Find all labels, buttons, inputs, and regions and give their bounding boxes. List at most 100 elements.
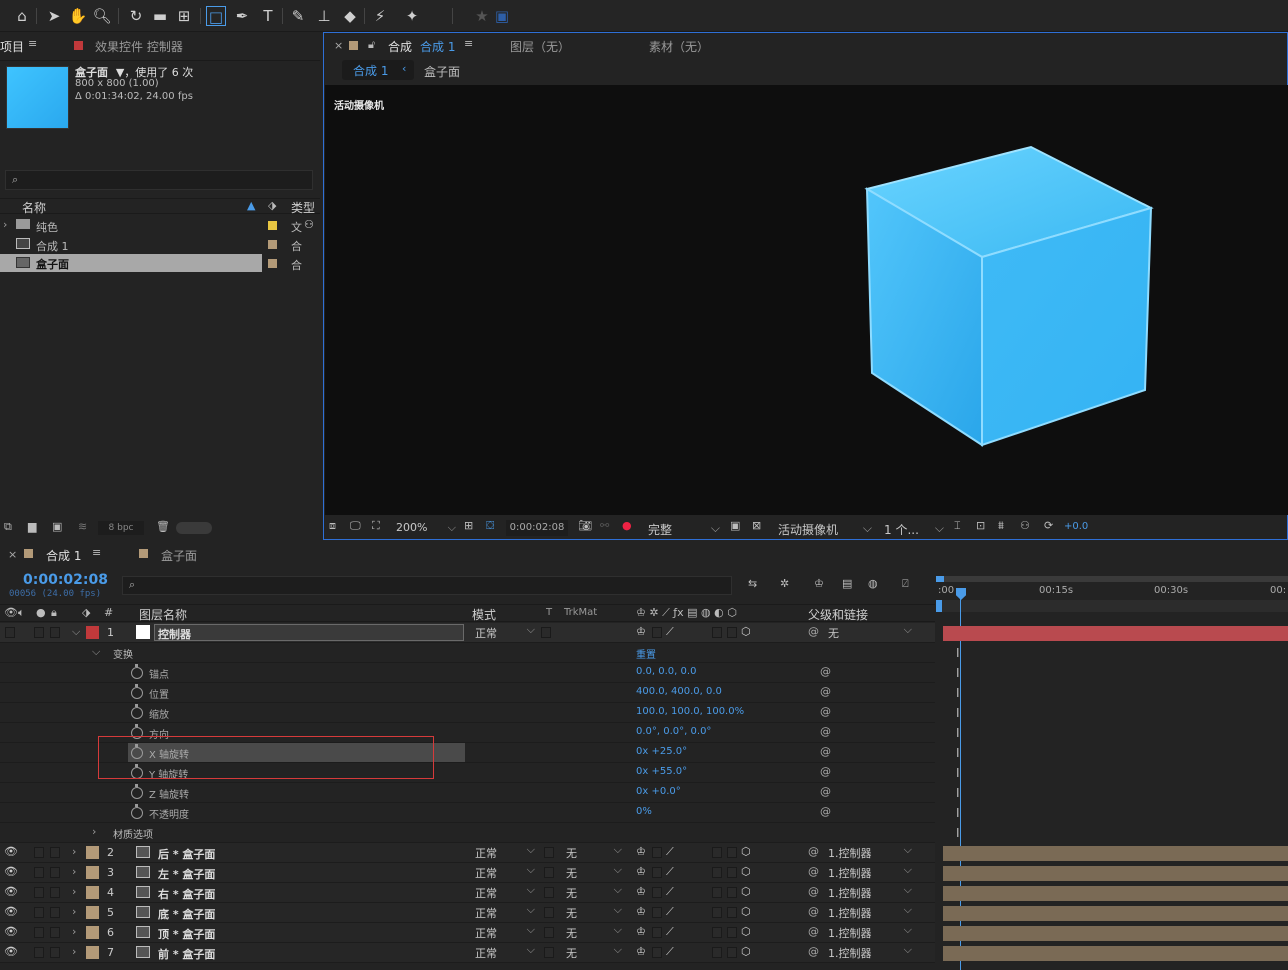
color-channels-icon[interactable]: ● xyxy=(622,519,632,532)
rotate-tool-icon[interactable]: ↻ xyxy=(126,6,146,26)
tab-effect-controls[interactable]: 效果控件 控制器 xyxy=(95,38,183,55)
pickwhip-icon[interactable]: @ xyxy=(808,865,819,878)
mode-dropdown[interactable]: 正常 xyxy=(473,623,537,641)
adjustment-switch[interactable] xyxy=(727,927,737,938)
brush-tool-icon[interactable]: ✎ xyxy=(288,6,308,26)
layer-label-color[interactable] xyxy=(86,846,99,859)
col-type[interactable]: 类型 xyxy=(291,199,315,216)
time-ruler[interactable]: :00 00:15s 00:30s 00: xyxy=(936,574,1288,612)
pickwhip-icon[interactable]: @ xyxy=(808,945,819,958)
preserve-transparency-switch[interactable] xyxy=(544,867,554,878)
composition-viewer[interactable]: 活动摄像机 xyxy=(325,85,1288,515)
property-value[interactable]: 0x +25.0° xyxy=(636,746,687,757)
mode-dropdown[interactable]: 正常 xyxy=(473,903,537,921)
pickwhip-icon[interactable]: @ xyxy=(808,845,819,858)
lock-switch[interactable] xyxy=(50,867,60,878)
layer-name[interactable]: 前 * 盒子面 xyxy=(158,946,215,962)
3d-layer-icon[interactable]: ⬡ xyxy=(741,625,751,638)
frame-blending-icon[interactable]: ▤ xyxy=(842,577,852,590)
transform-group[interactable]: ⌵ 变换 重置 xyxy=(0,643,935,663)
parent-dropdown[interactable]: 1.控制器 xyxy=(826,943,914,961)
chevron-right-icon[interactable]: › xyxy=(3,218,7,231)
tab-composition-name[interactable]: 合成 1 xyxy=(420,38,455,55)
snapshot-camera-icon[interactable]: 📷︎ xyxy=(578,519,592,532)
col-mode[interactable]: 模式 xyxy=(472,606,496,623)
collapse-switch[interactable] xyxy=(652,947,662,958)
collapse-switch[interactable] xyxy=(652,887,662,898)
pickwhip-icon[interactable]: @ xyxy=(808,625,819,638)
layer-label-color[interactable] xyxy=(86,866,99,879)
audio-icon[interactable]: 🔈︎ xyxy=(18,606,25,620)
pickwhip-icon[interactable]: @ xyxy=(820,745,831,758)
visibility-switch[interactable] xyxy=(5,627,15,638)
chevron-right-icon[interactable]: › xyxy=(72,905,76,918)
camera-dropdown[interactable]: 活动摄像机 ⌵ xyxy=(778,521,874,537)
stopwatch-icon[interactable] xyxy=(131,704,143,719)
show-snapshot-icon[interactable]: ⚯ xyxy=(600,519,609,532)
collapse-switch[interactable] xyxy=(652,627,662,638)
views-dropdown[interactable]: 1 个... ⌵ xyxy=(884,521,944,537)
timeline-search-input[interactable]: ⌕ xyxy=(122,576,732,595)
tab-project[interactable]: 项目 xyxy=(0,38,24,55)
lock-icon[interactable]: 🔒︎ xyxy=(51,606,57,620)
3d-layer-icon[interactable]: ⬡ xyxy=(741,925,751,938)
scroll-slider[interactable] xyxy=(176,522,212,534)
layer-row[interactable]: 👁︎ › 3 左 * 盒子面 正常 无 ♔ ⟋ ⬡ @ 1.控制器 xyxy=(0,863,935,883)
parent-dropdown[interactable]: 1.控制器 xyxy=(826,863,914,881)
draft-3d-icon[interactable]: ✲ xyxy=(780,577,789,590)
label-tag-icon[interactable]: ⬗ xyxy=(82,606,90,619)
quality-icon[interactable]: ⟋ xyxy=(666,625,674,639)
network-icon[interactable]: ⚇ xyxy=(1020,519,1030,532)
adjustment-switch[interactable] xyxy=(727,887,737,898)
preserve-transparency-switch[interactable] xyxy=(544,847,554,858)
parent-dropdown[interactable]: 无 xyxy=(826,623,914,641)
tab-timeline-box[interactable]: 盒子面 xyxy=(161,547,197,564)
property-value[interactable]: 0.0, 0.0, 0.0 xyxy=(636,666,696,677)
region-of-interest-icon[interactable]: ⛋ xyxy=(486,519,494,533)
stopwatch-icon[interactable] xyxy=(131,684,143,699)
new-folder-icon[interactable]: ▆ xyxy=(28,520,36,533)
list-item[interactable]: 合成 1 合 xyxy=(0,235,320,254)
trkmat-dropdown[interactable]: 无 xyxy=(564,903,624,921)
transparency-grid-icon[interactable]: ⊠ xyxy=(752,519,761,532)
layer-label-color[interactable] xyxy=(86,926,99,939)
col-t[interactable]: T xyxy=(546,607,552,618)
chevron-right-icon[interactable]: › xyxy=(72,925,76,938)
video-eye-icon[interactable]: 👁︎ xyxy=(4,606,18,619)
motion-blur-switch[interactable] xyxy=(712,887,722,898)
mode-dropdown[interactable]: 正常 xyxy=(473,883,537,901)
solo-switch[interactable] xyxy=(34,847,44,858)
property-row[interactable]: 不透明度 0% @ xyxy=(0,803,935,823)
property-row[interactable]: 缩放 100.0, 100.0, 100.0% @ xyxy=(0,703,935,723)
layer-duration-bar[interactable] xyxy=(943,846,1288,861)
interpret-footage-icon[interactable]: ⧉ xyxy=(4,520,12,534)
new-composition-icon[interactable]: ▣ xyxy=(52,520,62,533)
parent-dropdown[interactable]: 1.控制器 xyxy=(826,903,914,921)
trkmat-dropdown[interactable]: 无 xyxy=(564,883,624,901)
timeline-icon[interactable]: ⊡ xyxy=(976,519,985,532)
mode-dropdown[interactable]: 正常 xyxy=(473,943,537,961)
eraser-tool-icon[interactable]: ◆ xyxy=(340,6,360,26)
layer-row[interactable]: 👁︎ › 2 后 * 盒子面 正常 无 ♔ ⟋ ⬡ @ 1.控制器 xyxy=(0,843,935,863)
current-time[interactable]: 0:00:02:08 xyxy=(506,520,568,536)
quality-icon[interactable]: ⟋ xyxy=(666,885,674,899)
pickwhip-icon[interactable]: @ xyxy=(820,725,831,738)
collapse-switch[interactable] xyxy=(652,847,662,858)
shy-icon[interactable]: ♔ xyxy=(636,845,646,858)
eye-icon[interactable]: 👁︎ xyxy=(4,945,18,958)
list-item-selected[interactable]: 盒子面 xyxy=(0,254,262,272)
3d-layer-icon[interactable]: ⬡ xyxy=(741,885,751,898)
shy-icon[interactable]: ♔ xyxy=(636,865,646,878)
tab-layer[interactable]: 图层（无） xyxy=(510,38,570,55)
col-trkmat[interactable]: TrkMat xyxy=(564,607,597,618)
sort-asc-icon[interactable]: ▲ xyxy=(247,199,255,212)
close-icon[interactable]: × xyxy=(334,39,343,52)
quality-icon[interactable]: ⟋ xyxy=(666,905,674,919)
adjustment-switch[interactable] xyxy=(727,947,737,958)
eye-icon[interactable]: 👁︎ xyxy=(4,905,18,918)
motion-blur-icon[interactable]: ◍ xyxy=(868,577,878,590)
preserve-transparency-switch[interactable] xyxy=(544,947,554,958)
pickwhip-icon[interactable]: @ xyxy=(820,765,831,778)
selection-tool-icon[interactable]: ➤ xyxy=(44,6,64,26)
parent-dropdown[interactable]: 1.控制器 xyxy=(826,883,914,901)
